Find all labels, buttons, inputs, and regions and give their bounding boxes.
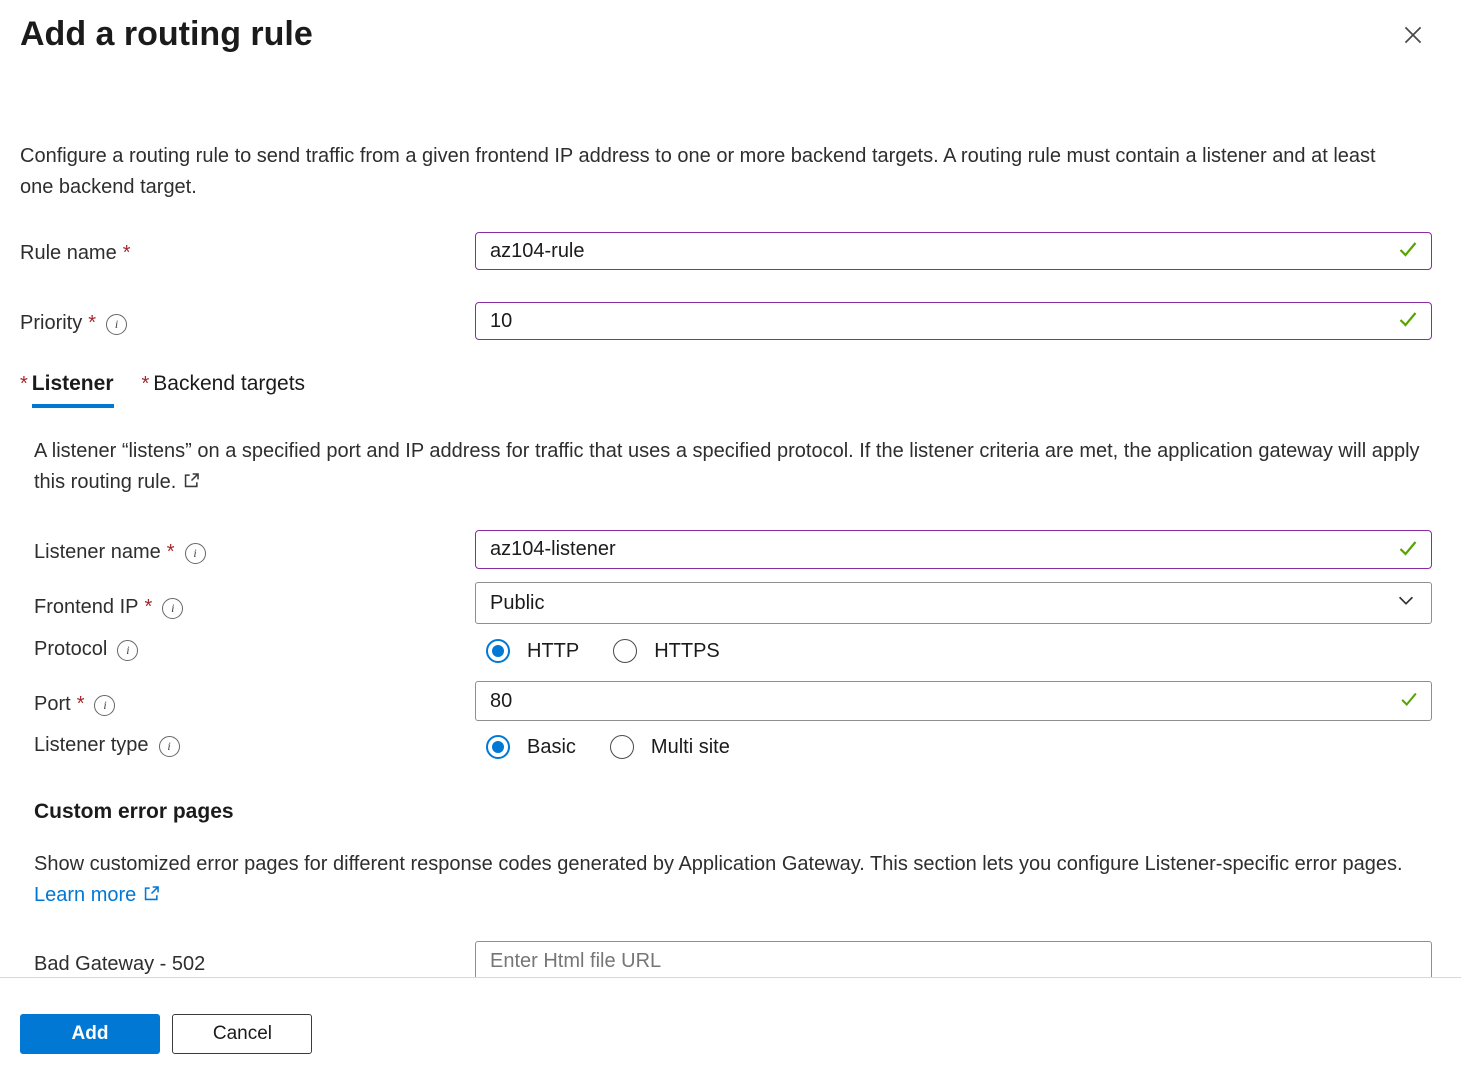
external-link-icon[interactable] (182, 473, 201, 495)
protocol-label: Protocol (34, 637, 107, 661)
required-marker: * (145, 595, 153, 619)
required-marker: * (77, 692, 85, 716)
radio-unselected-icon (610, 735, 634, 759)
priority-info-icon[interactable]: i (106, 314, 127, 335)
listener-type-option-basic[interactable]: Basic (486, 735, 576, 759)
radio-selected-icon (486, 735, 510, 759)
port-label: Port (34, 692, 71, 716)
tab-listener-label: Listener (32, 372, 114, 408)
dialog-footer: Add Cancel (0, 977, 1461, 1067)
listener-type-option-multi-site[interactable]: Multi site (610, 735, 730, 759)
required-marker: * (167, 540, 175, 564)
add-routing-rule-dialog: Add a routing rule Configure a routing r… (0, 0, 1461, 1067)
listener-name-input[interactable] (475, 530, 1432, 569)
required-marker: * (123, 241, 131, 265)
frontend-ip-row: Frontend IP * i Public (34, 582, 1432, 624)
learn-more-link[interactable]: Learn more (34, 884, 161, 906)
close-button[interactable] (1394, 16, 1432, 57)
priority-input[interactable] (475, 302, 1432, 340)
bad-gateway-url-input[interactable] (475, 941, 1432, 977)
priority-label: Priority (20, 311, 82, 335)
required-marker: * (142, 372, 150, 396)
protocol-radio-group: HTTP HTTPS (486, 636, 1432, 666)
port-input[interactable] (475, 681, 1432, 721)
required-marker: * (20, 372, 28, 396)
listener-section: Listener name * i Frontend IP * (34, 530, 1432, 977)
listener-type-radio-group: Basic Multi site (486, 732, 1432, 762)
tab-bar: * Listener * Backend targets (20, 372, 1432, 408)
bad-gateway-label: Bad Gateway - 502 (34, 952, 205, 976)
dialog-content: Add a routing rule Configure a routing r… (0, 0, 1461, 977)
listener-type-row: Listener type i Basic Multi site (34, 732, 1432, 762)
required-marker: * (88, 311, 96, 335)
custom-error-pages-description: Show customized error pages for differen… (34, 849, 1429, 911)
rule-name-label: Rule name (20, 241, 117, 265)
frontend-ip-select[interactable]: Public (475, 582, 1432, 624)
listener-name-row: Listener name * i (34, 530, 1432, 569)
rule-name-row: Rule name * (20, 232, 1432, 270)
protocol-row: Protocol i HTTP HTTPS (34, 636, 1432, 666)
tab-listener[interactable]: * Listener (20, 372, 114, 408)
intro-text: Configure a routing rule to send traffic… (20, 141, 1380, 203)
dialog-header: Add a routing rule (20, 0, 1432, 57)
frontend-ip-info-icon[interactable]: i (162, 598, 183, 619)
port-row: Port * i (34, 681, 1432, 721)
radio-selected-icon (486, 639, 510, 663)
frontend-ip-selected-value: Public (490, 592, 544, 615)
listener-type-info-icon[interactable]: i (159, 736, 180, 757)
protocol-option-https[interactable]: HTTPS (613, 639, 720, 663)
tab-backend-targets-label: Backend targets (153, 372, 305, 404)
radio-unselected-icon (613, 639, 637, 663)
port-info-icon[interactable]: i (94, 695, 115, 716)
page-title: Add a routing rule (20, 12, 313, 56)
listener-description: A listener “listens” on a specified port… (34, 436, 1429, 498)
add-button[interactable]: Add (20, 1014, 160, 1054)
listener-type-label: Listener type (34, 733, 149, 757)
close-icon (1400, 36, 1426, 51)
frontend-ip-label: Frontend IP (34, 595, 139, 619)
cancel-button[interactable]: Cancel (172, 1014, 312, 1054)
protocol-option-http[interactable]: HTTP (486, 639, 579, 663)
chevron-down-icon (1395, 589, 1417, 617)
protocol-info-icon[interactable]: i (117, 640, 138, 661)
external-link-icon (142, 886, 161, 908)
tab-backend-targets[interactable]: * Backend targets (142, 372, 306, 408)
rule-name-input[interactable] (475, 232, 1432, 270)
listener-name-label: Listener name (34, 540, 161, 564)
bad-gateway-row: Bad Gateway - 502 (34, 941, 1432, 977)
listener-name-info-icon[interactable]: i (185, 543, 206, 564)
custom-error-pages-heading: Custom error pages (34, 798, 1432, 825)
priority-row: Priority * i (20, 302, 1432, 340)
